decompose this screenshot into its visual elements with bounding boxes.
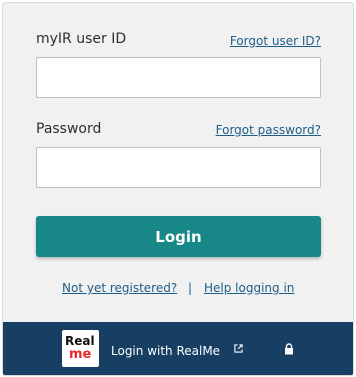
password-input[interactable]	[36, 147, 321, 188]
external-link-icon	[234, 344, 243, 353]
user-id-label: myIR user ID	[36, 31, 127, 47]
login-card: myIR user ID Forgot user ID? Password Fo…	[2, 2, 354, 376]
login-button[interactable]: Login	[36, 216, 321, 257]
forgot-password-link[interactable]: Forgot password?	[216, 123, 321, 137]
realme-logo-text-top: Real	[65, 334, 95, 348]
realme-logo-text-bottom: me	[69, 347, 92, 362]
user-id-input[interactable]	[36, 57, 321, 98]
help-logging-in-link[interactable]: Help logging in	[204, 281, 294, 295]
password-label: Password	[36, 121, 102, 137]
login-with-realme-link[interactable]: Login with RealMe	[111, 344, 220, 358]
realme-footer: Real me Login with RealMe	[3, 322, 353, 375]
link-separator: |	[188, 281, 193, 295]
lock-icon	[285, 343, 293, 355]
realme-logo: Real me	[62, 330, 99, 367]
forgot-user-id-link[interactable]: Forgot user ID?	[230, 34, 321, 48]
not-registered-link[interactable]: Not yet registered?	[62, 281, 177, 295]
